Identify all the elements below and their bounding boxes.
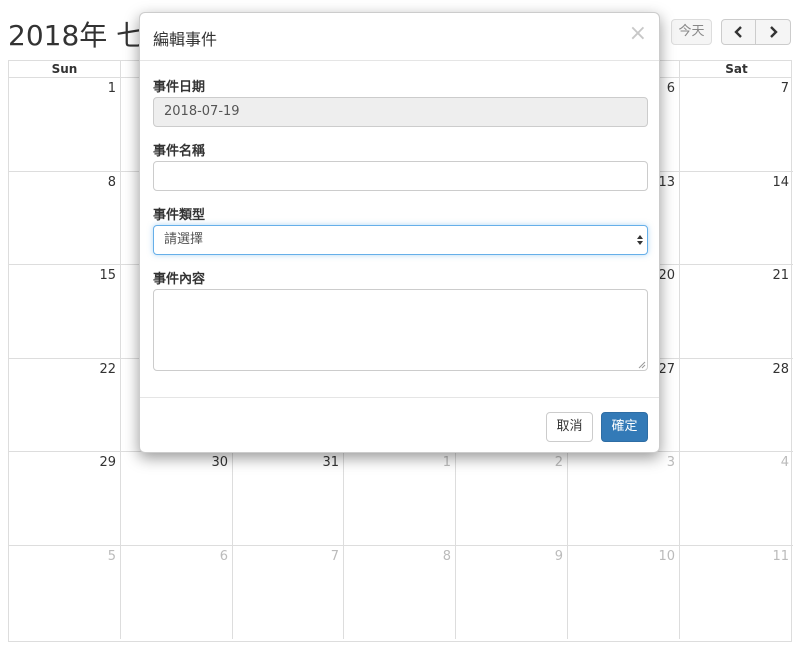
day-cell[interactable]: 15 xyxy=(9,265,121,358)
modal-title: 編輯事件 xyxy=(153,30,218,49)
day-cell[interactable]: 1 xyxy=(9,78,121,171)
day-cell[interactable]: 4 xyxy=(680,452,793,545)
day-cell[interactable]: 14 xyxy=(680,172,793,265)
event-content-textarea[interactable] xyxy=(153,289,648,371)
event-type-select[interactable]: 請選擇 xyxy=(153,225,648,255)
day-cell[interactable]: 11 xyxy=(680,546,793,640)
day-cell[interactable]: 21 xyxy=(680,265,793,358)
chevron-left-icon xyxy=(733,26,742,38)
day-cell[interactable]: 2 xyxy=(456,452,568,545)
day-cell[interactable]: 5 xyxy=(9,545,121,639)
close-icon[interactable]: × xyxy=(629,23,647,45)
event-date-label: 事件日期 xyxy=(153,80,206,95)
day-cell[interactable]: 6 xyxy=(121,545,233,639)
day-cell[interactable]: 3 xyxy=(568,452,680,545)
nav-button-group xyxy=(721,19,791,45)
day-cell[interactable]: 30 xyxy=(121,452,233,545)
event-type-selected: 請選擇 xyxy=(164,232,204,247)
event-date-field: 2018-07-19 xyxy=(153,97,648,127)
day-cell[interactable]: 31 xyxy=(233,452,344,545)
confirm-button[interactable]: 確定 xyxy=(601,412,648,442)
day-cell[interactable]: 8 xyxy=(9,171,121,264)
day-cell[interactable]: 7 xyxy=(233,545,344,639)
day-cell[interactable]: 22 xyxy=(9,358,121,451)
resize-grip-icon[interactable] xyxy=(638,361,646,369)
week-row: 5 6 7 8 9 10 11 xyxy=(9,545,793,640)
weekday-sun: Sun xyxy=(9,61,121,77)
next-month-button[interactable] xyxy=(756,19,791,45)
day-cell[interactable]: 1 xyxy=(344,452,456,545)
calendar-app: 2018年 七月 今天 SunMonTueWedThuFriSat 123456… xyxy=(0,0,804,647)
cancel-button[interactable]: 取消 xyxy=(546,412,593,442)
day-cell[interactable]: 8 xyxy=(344,545,456,639)
day-cell[interactable]: 9 xyxy=(456,545,568,639)
day-cell[interactable]: 28 xyxy=(680,359,793,452)
select-arrows-icon xyxy=(637,235,643,245)
prev-month-button[interactable] xyxy=(721,19,756,45)
modal-header: 編輯事件 × xyxy=(140,13,659,61)
modal-footer: 取消 確定 xyxy=(140,397,659,453)
edit-event-modal: 編輯事件 × 事件日期 2018-07-19 事件名稱 事件類型 請選擇 事件內… xyxy=(139,12,660,453)
day-cell[interactable]: 7 xyxy=(680,78,793,171)
weekday-sat: Sat xyxy=(725,62,748,76)
event-name-label: 事件名稱 xyxy=(153,144,206,159)
event-content-label: 事件內容 xyxy=(153,272,206,287)
event-name-input[interactable] xyxy=(153,161,648,191)
week-row: 29 30 31 1 2 3 4 xyxy=(9,452,793,546)
event-type-label: 事件類型 xyxy=(153,208,206,223)
modal-body: 事件日期 2018-07-19 事件名稱 事件類型 請選擇 事件內容 xyxy=(140,61,659,397)
day-cell[interactable]: 29 xyxy=(9,452,121,545)
chevron-right-icon xyxy=(770,26,778,38)
today-button[interactable]: 今天 xyxy=(671,19,712,45)
day-cell[interactable]: 10 xyxy=(568,545,680,639)
